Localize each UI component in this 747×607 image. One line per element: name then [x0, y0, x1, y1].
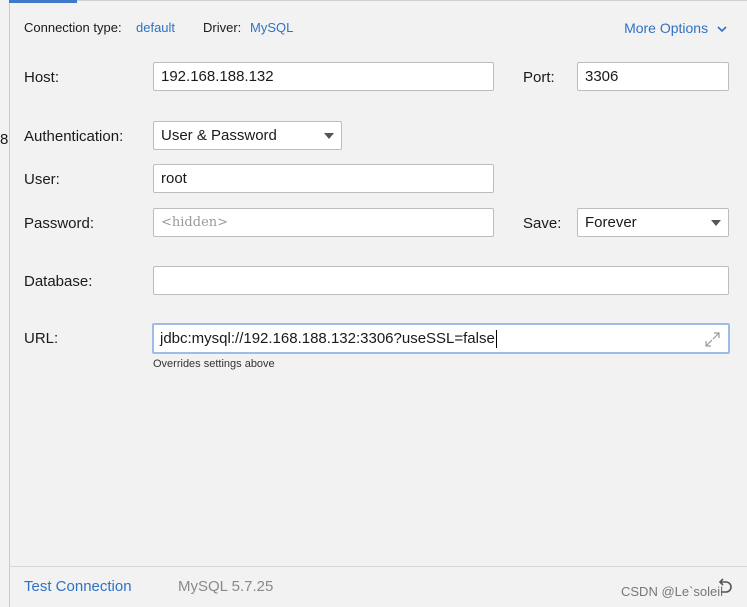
password-input[interactable]: <hidden> — [153, 208, 494, 237]
footer-divider — [9, 566, 747, 567]
top-divider — [9, 0, 747, 1]
password-label: Password: — [24, 215, 95, 232]
url-input[interactable]: jdbc:mysql://192.168.188.132:3306?useSSL… — [152, 323, 730, 354]
text-cursor — [495, 329, 497, 348]
user-input[interactable]: root — [153, 164, 494, 193]
active-tab-indicator — [9, 0, 77, 3]
dropdown-arrow-icon — [711, 219, 721, 226]
driver-version: MySQL 5.7.25 — [178, 578, 274, 595]
chevron-down-icon — [717, 26, 727, 32]
connection-type-link[interactable]: default — [136, 20, 175, 35]
url-value: jdbc:mysql://192.168.188.132:3306?useSSL… — [160, 330, 495, 347]
connection-type-label: Connection type: — [24, 20, 122, 35]
save-label: Save: — [523, 215, 562, 232]
port-label: Port: — [523, 69, 555, 86]
expand-icon[interactable] — [705, 332, 720, 347]
dropdown-arrow-icon — [324, 132, 334, 139]
save-select[interactable]: Forever — [577, 208, 729, 237]
more-options-button[interactable]: More Options — [624, 20, 727, 36]
watermark: CSDN @Le`soleil — [621, 584, 724, 599]
database-label: Database: — [24, 273, 93, 290]
user-label: User: — [24, 171, 60, 188]
authentication-select[interactable]: User & Password — [153, 121, 342, 150]
driver-link[interactable]: MySQL — [250, 20, 293, 35]
authentication-value: User & Password — [161, 127, 277, 144]
authentication-label: Authentication: — [24, 128, 124, 145]
save-value: Forever — [585, 214, 637, 231]
undo-icon[interactable] — [715, 578, 733, 596]
more-options-label: More Options — [624, 20, 709, 36]
url-label: URL: — [24, 330, 59, 347]
port-input[interactable]: 3306 — [577, 62, 729, 91]
database-input[interactable] — [153, 266, 729, 295]
test-connection-link[interactable]: Test Connection — [24, 578, 132, 595]
url-hint: Overrides settings above — [153, 358, 275, 370]
host-label: Host: — [24, 69, 60, 86]
left-panel-edge: 8 — [0, 0, 10, 607]
driver-label: Driver: — [203, 20, 242, 35]
left-panel-clipped-text: 8 — [0, 131, 9, 148]
host-input[interactable]: 192.168.188.132 — [153, 62, 494, 91]
